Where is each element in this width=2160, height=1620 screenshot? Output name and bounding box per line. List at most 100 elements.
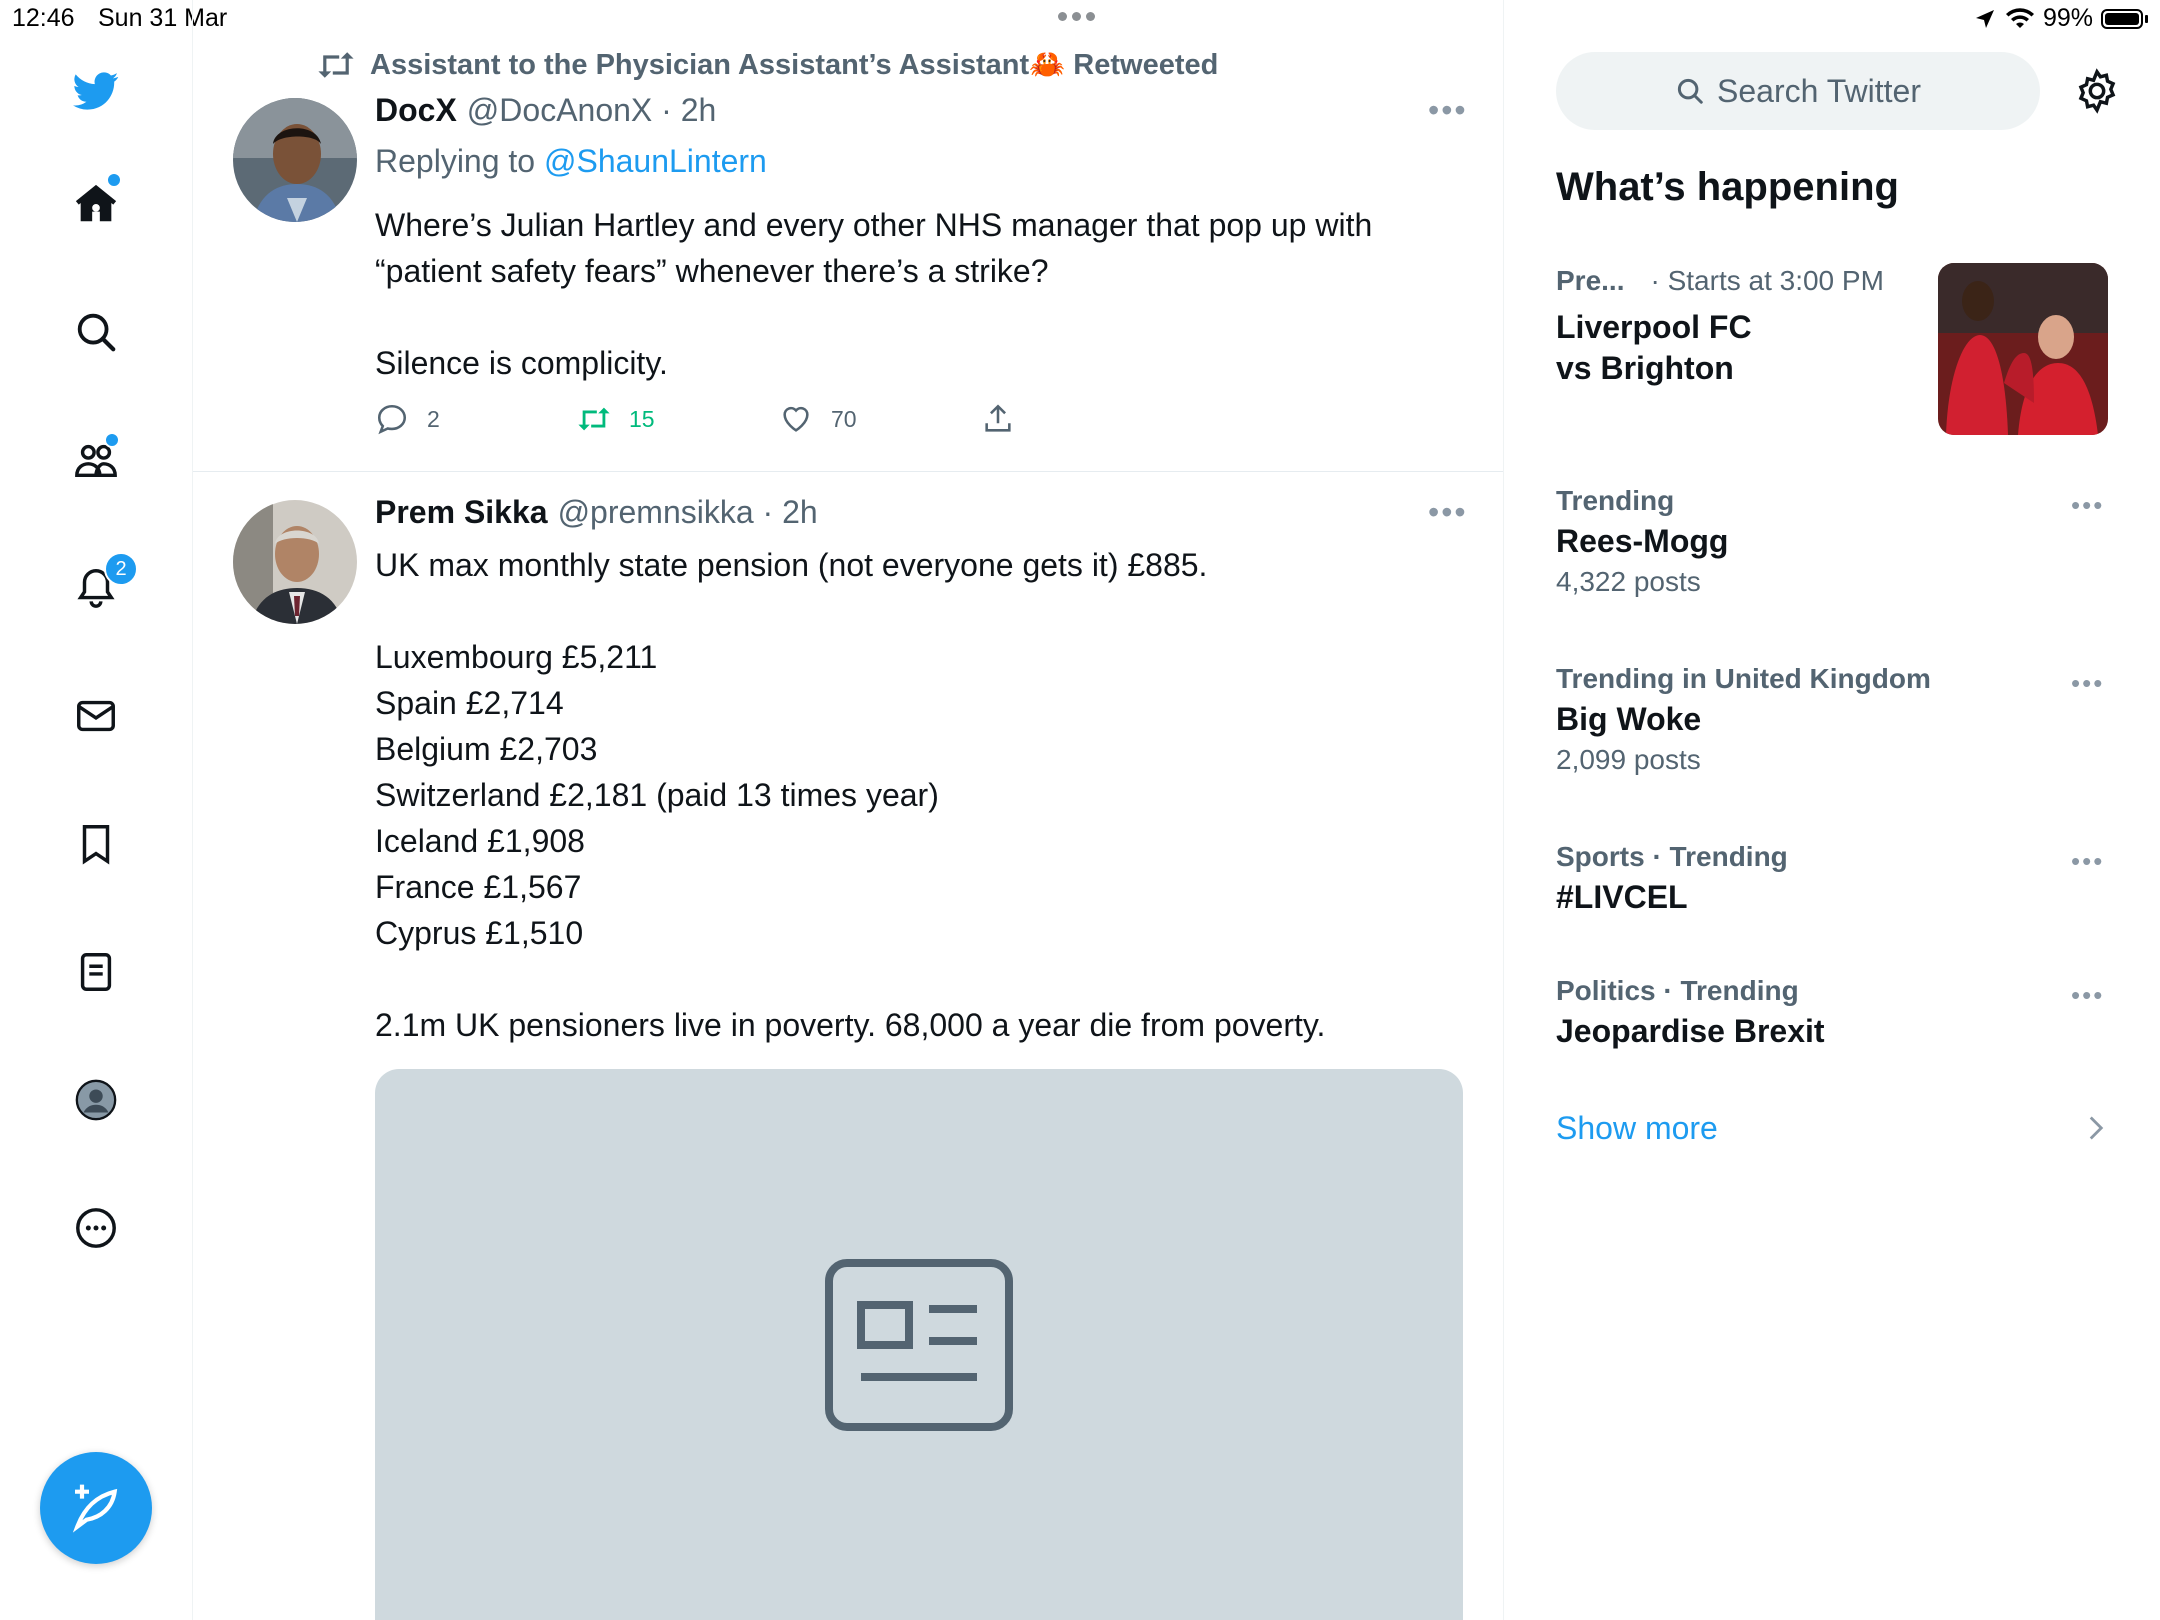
trend-meta: Sports · Trending xyxy=(1556,841,1788,872)
docx-avatar-image xyxy=(233,98,357,222)
search-placeholder: Search Twitter xyxy=(1717,72,1921,109)
event-start-time: · Starts at 3:00 PM xyxy=(1650,265,1884,296)
tweet2-author-name[interactable]: Prem Sikka xyxy=(375,494,548,531)
lists-icon xyxy=(80,953,112,991)
compose-feather-icon xyxy=(72,1484,118,1533)
wifi-icon xyxy=(2005,7,2034,28)
trend-item[interactable]: Politics · Trending Jeopardise Brexit xyxy=(1556,975,2116,1050)
trend-more-icon[interactable]: ••• xyxy=(2071,980,2104,1011)
retweet-icon xyxy=(318,52,354,78)
nav-more[interactable] xyxy=(60,1192,132,1264)
nav-bookmarks[interactable] xyxy=(60,808,132,880)
trend-name: Big Woke xyxy=(1556,701,1702,737)
bookmark-icon xyxy=(82,825,110,865)
tweet1-like-button[interactable]: 70 xyxy=(779,402,857,436)
search-icon xyxy=(1677,78,1703,104)
tweet1-replying-to: Replying to @ShaunLintern xyxy=(375,143,767,180)
search-bar[interactable]: Search Twitter xyxy=(1556,52,2040,130)
trend-name: #LIVCEL xyxy=(1556,879,1688,915)
search-icon xyxy=(77,313,116,352)
event-item[interactable]: Pre... · Starts at 3:00 PM Liverpool FC … xyxy=(1556,265,1884,389)
home-unread-dot xyxy=(106,172,122,188)
nav-explore[interactable] xyxy=(60,296,132,368)
tweet2-text: UK max monthly state pension (not everyo… xyxy=(375,542,1455,1048)
trend-meta: Trending in United Kingdom xyxy=(1556,663,1931,694)
tweet1-author-handle[interactable]: @DocAnonX · 2h xyxy=(467,92,717,129)
event-thumbnail[interactable] xyxy=(1938,263,2108,435)
article-placeholder-icon xyxy=(825,1258,1013,1431)
tweet2-text-line xyxy=(375,956,1455,1002)
trend-item[interactable]: Trending in United Kingdom Big Woke 2,09… xyxy=(1556,663,2116,776)
tweet1-text-line: Silence is complicity. xyxy=(375,345,668,381)
docx-avatar[interactable] xyxy=(233,98,357,222)
trend-count: 4,322 posts xyxy=(1556,566,1701,597)
tweet1-reply-button[interactable]: 2 xyxy=(375,402,440,436)
messages-envelope-icon xyxy=(77,700,115,732)
trend-item[interactable]: Sports · Trending #LIVCEL xyxy=(1556,841,2116,916)
trend-more-icon[interactable]: ••• xyxy=(2071,668,2104,699)
event-category: Pre... xyxy=(1556,265,1625,296)
tweet2-text-line: Spain £2,714 xyxy=(375,685,564,721)
event-title-line: vs Brighton xyxy=(1556,350,1734,386)
tweet2-text-line: Cyprus £1,510 xyxy=(375,915,584,951)
battery-icon xyxy=(2101,8,2143,29)
like-count: 70 xyxy=(831,405,857,432)
tweet-divider xyxy=(193,471,1503,472)
tweet1-text: Where’s Julian Hartley and every other N… xyxy=(375,202,1455,386)
tweet2-author-handle[interactable]: @premnsikka · 2h xyxy=(558,494,818,531)
tweet2-link-card[interactable] xyxy=(375,1069,1463,1620)
more-options-icon xyxy=(76,1208,116,1248)
tweet1-author-name[interactable]: DocX xyxy=(375,92,457,129)
nav-messages[interactable] xyxy=(60,680,132,752)
tweet2-text-line: 2.1m UK pensioners live in poverty. 68,0… xyxy=(375,1007,1326,1043)
heart-icon xyxy=(783,406,809,432)
show-more-link[interactable]: Show more xyxy=(1556,1110,1718,1147)
tweet2-text-line: France £1,567 xyxy=(375,869,582,905)
reply-icon xyxy=(377,404,407,435)
twitter-logo-icon[interactable] xyxy=(60,55,132,127)
trend-name: Jeopardise Brexit xyxy=(1556,1013,1825,1049)
tweet1-more-icon[interactable]: ••• xyxy=(1428,92,1468,129)
trend-more-icon[interactable]: ••• xyxy=(2071,490,2104,521)
trend-meta: Trending xyxy=(1556,485,1675,516)
retweet-count: 15 xyxy=(629,405,655,432)
nav-home[interactable] xyxy=(60,168,132,240)
tweet2-more-icon[interactable]: ••• xyxy=(1428,494,1468,531)
chevron-right-icon[interactable] xyxy=(2086,1114,2106,1147)
tweet1-share-button[interactable] xyxy=(981,402,1015,436)
trend-name: Rees-Mogg xyxy=(1556,523,1729,559)
trend-meta: Politics · Trending xyxy=(1556,975,1799,1006)
trend-count: 2,099 posts xyxy=(1556,744,1701,775)
retweet-icon xyxy=(578,407,610,431)
nav-lists[interactable] xyxy=(60,936,132,1008)
nav-profile[interactable] xyxy=(60,1064,132,1136)
settings-gear-button[interactable] xyxy=(2074,68,2120,119)
gear-icon xyxy=(2078,68,2116,114)
tweet1-text-line: “patient safety fears” whenever there’s … xyxy=(375,253,1049,289)
notifications-badge: 2 xyxy=(104,552,138,586)
prem-sikka-avatar[interactable] xyxy=(233,500,357,624)
tweet1-retweet-button[interactable]: 15 xyxy=(577,402,655,436)
nav-notifications[interactable]: 2 xyxy=(60,552,138,624)
reply-count: 2 xyxy=(427,405,440,432)
trend-item[interactable]: Trending Rees-Mogg 4,322 posts xyxy=(1556,485,2116,598)
replying-prefix: Replying to xyxy=(375,143,536,179)
communities-unread-dot xyxy=(104,432,120,448)
tweet2-text-line xyxy=(375,588,1455,634)
tweet2-text-line: Switzerland £2,181 (paid 13 times year) xyxy=(375,777,939,813)
battery-percent: 99% xyxy=(2042,4,2093,32)
tweet1-text-line: Where’s Julian Hartley and every other N… xyxy=(375,207,1373,243)
nav-communities[interactable] xyxy=(60,424,132,496)
compose-tweet-button[interactable] xyxy=(40,1452,152,1564)
football-players-image xyxy=(1938,263,2108,435)
replying-to-link[interactable]: @ShaunLintern xyxy=(544,143,767,179)
tweet1-text-line xyxy=(375,294,1455,340)
location-arrow-icon xyxy=(1975,9,1994,28)
retweet-context[interactable]: Assistant to the Physician Assistant’s A… xyxy=(316,48,1218,82)
tweet2-text-line: Luxembourg £5,211 xyxy=(375,639,658,675)
event-title-line: Liverpool FC xyxy=(1556,309,1752,345)
profile-avatar-icon xyxy=(75,1079,117,1121)
trend-more-icon[interactable]: ••• xyxy=(2071,846,2104,877)
prem-sikka-avatar-image xyxy=(233,500,357,624)
share-icon xyxy=(985,404,1011,432)
